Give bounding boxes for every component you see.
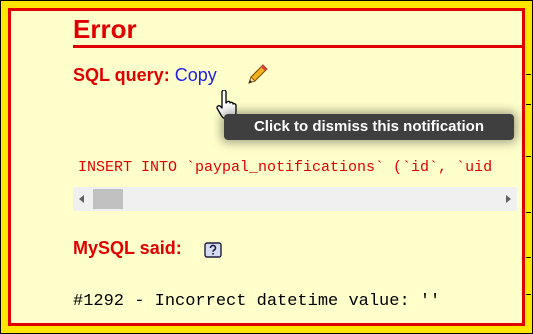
error-title: Error [73,14,137,44]
mysql-error-message: #1292 - Incorrect datetime value: '' [73,292,441,311]
copy-link[interactable]: Copy [175,65,217,85]
mysql-said-label: MySQL said: [73,238,182,258]
scrollbar-thumb[interactable] [93,189,123,209]
sql-query-label: SQL query: [73,65,170,85]
sql-query-code: INSERT INTO `paypal_notifications` (`id`… [78,159,493,176]
title-underline [73,45,522,48]
pencil-icon[interactable] [245,63,269,87]
help-icon[interactable] [204,242,222,258]
scroll-left-arrow-icon[interactable] [73,187,91,211]
horizontal-scrollbar[interactable] [73,187,517,211]
scroll-right-arrow-icon[interactable] [499,187,517,211]
edge-ticks [526,60,532,330]
sql-query-row: SQL query: Copy [73,64,268,86]
mysql-said-row: MySQL said: [73,237,222,259]
error-panel[interactable]: Error SQL query: Copy Click to dismiss th… [11,11,522,323]
dismiss-tooltip[interactable]: Click to dismiss this notification [224,114,514,140]
